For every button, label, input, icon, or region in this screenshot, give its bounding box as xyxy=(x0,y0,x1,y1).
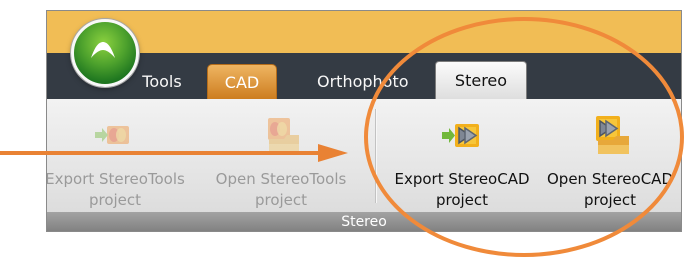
highlight-ellipse xyxy=(364,17,684,257)
export-stereotools-label-line1: Export StereoTools xyxy=(46,170,185,188)
tab-tools[interactable]: Tools xyxy=(135,66,189,98)
annotation-arrow xyxy=(0,144,348,162)
export-stereotools-label-line2: project xyxy=(88,191,142,209)
app-menu-button[interactable] xyxy=(71,19,139,87)
up-arrow-icon xyxy=(88,38,118,62)
open-stereotools-label-line2: project xyxy=(254,191,308,209)
tab-cad[interactable]: CAD xyxy=(207,64,277,99)
open-stereotools-label-line1: Open StereoTools xyxy=(215,170,347,188)
